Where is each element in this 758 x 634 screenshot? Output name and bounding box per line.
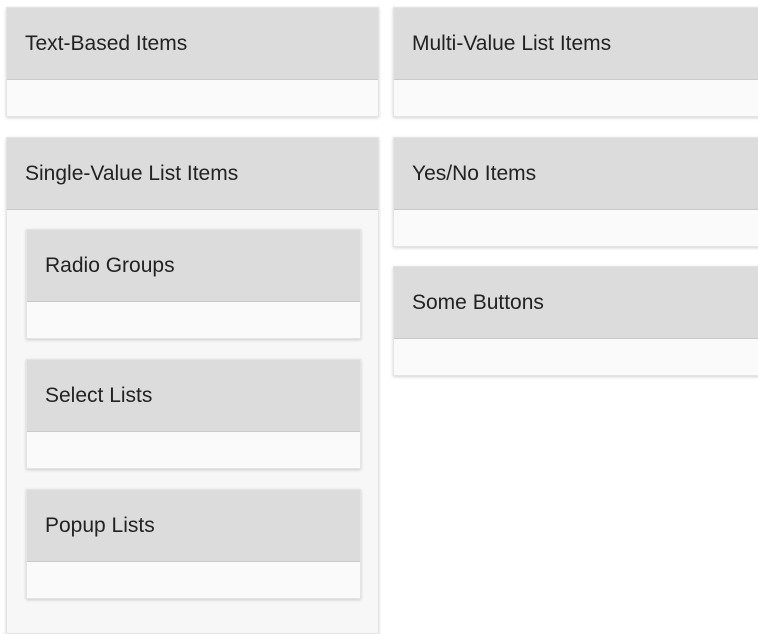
region-title: Some Buttons (412, 290, 544, 314)
region-yes-no-items: Yes/No Items (393, 137, 758, 247)
region-body (27, 302, 360, 338)
subregion-select-lists: Select Lists (26, 359, 361, 469)
region-body (27, 562, 360, 598)
region-title: Multi-Value List Items (412, 31, 612, 55)
region-multi-value-list-items: Multi-Value List Items (393, 7, 758, 117)
region-some-buttons: Some Buttons (393, 266, 758, 376)
region-title: Text-Based Items (25, 31, 188, 55)
region-single-value-list-items: Single-Value List Items Radio Groups Sel… (6, 137, 379, 634)
region-title: Popup Lists (45, 513, 155, 537)
region-header: Radio Groups (27, 230, 360, 302)
region-title: Yes/No Items (412, 161, 537, 185)
region-body (27, 432, 360, 468)
region-title: Single-Value List Items (25, 161, 239, 185)
region-body (7, 80, 378, 116)
region-title: Radio Groups (45, 253, 175, 277)
region-header: Select Lists (27, 360, 360, 432)
region-body (394, 339, 758, 375)
region-title: Select Lists (45, 383, 153, 407)
region-header: Yes/No Items (394, 138, 758, 210)
subregion-popup-lists: Popup Lists (26, 489, 361, 599)
region-body (394, 210, 758, 246)
region-header: Multi-Value List Items (394, 8, 758, 80)
region-header: Some Buttons (394, 267, 758, 339)
region-body (394, 80, 758, 116)
region-header: Text-Based Items (7, 8, 378, 80)
region-header: Popup Lists (27, 490, 360, 562)
page-canvas: Text-Based Items Multi-Value List Items … (0, 0, 758, 634)
subregion-radio-groups: Radio Groups (26, 229, 361, 339)
region-header: Single-Value List Items (7, 138, 378, 210)
region-text-based-items: Text-Based Items (6, 7, 379, 117)
